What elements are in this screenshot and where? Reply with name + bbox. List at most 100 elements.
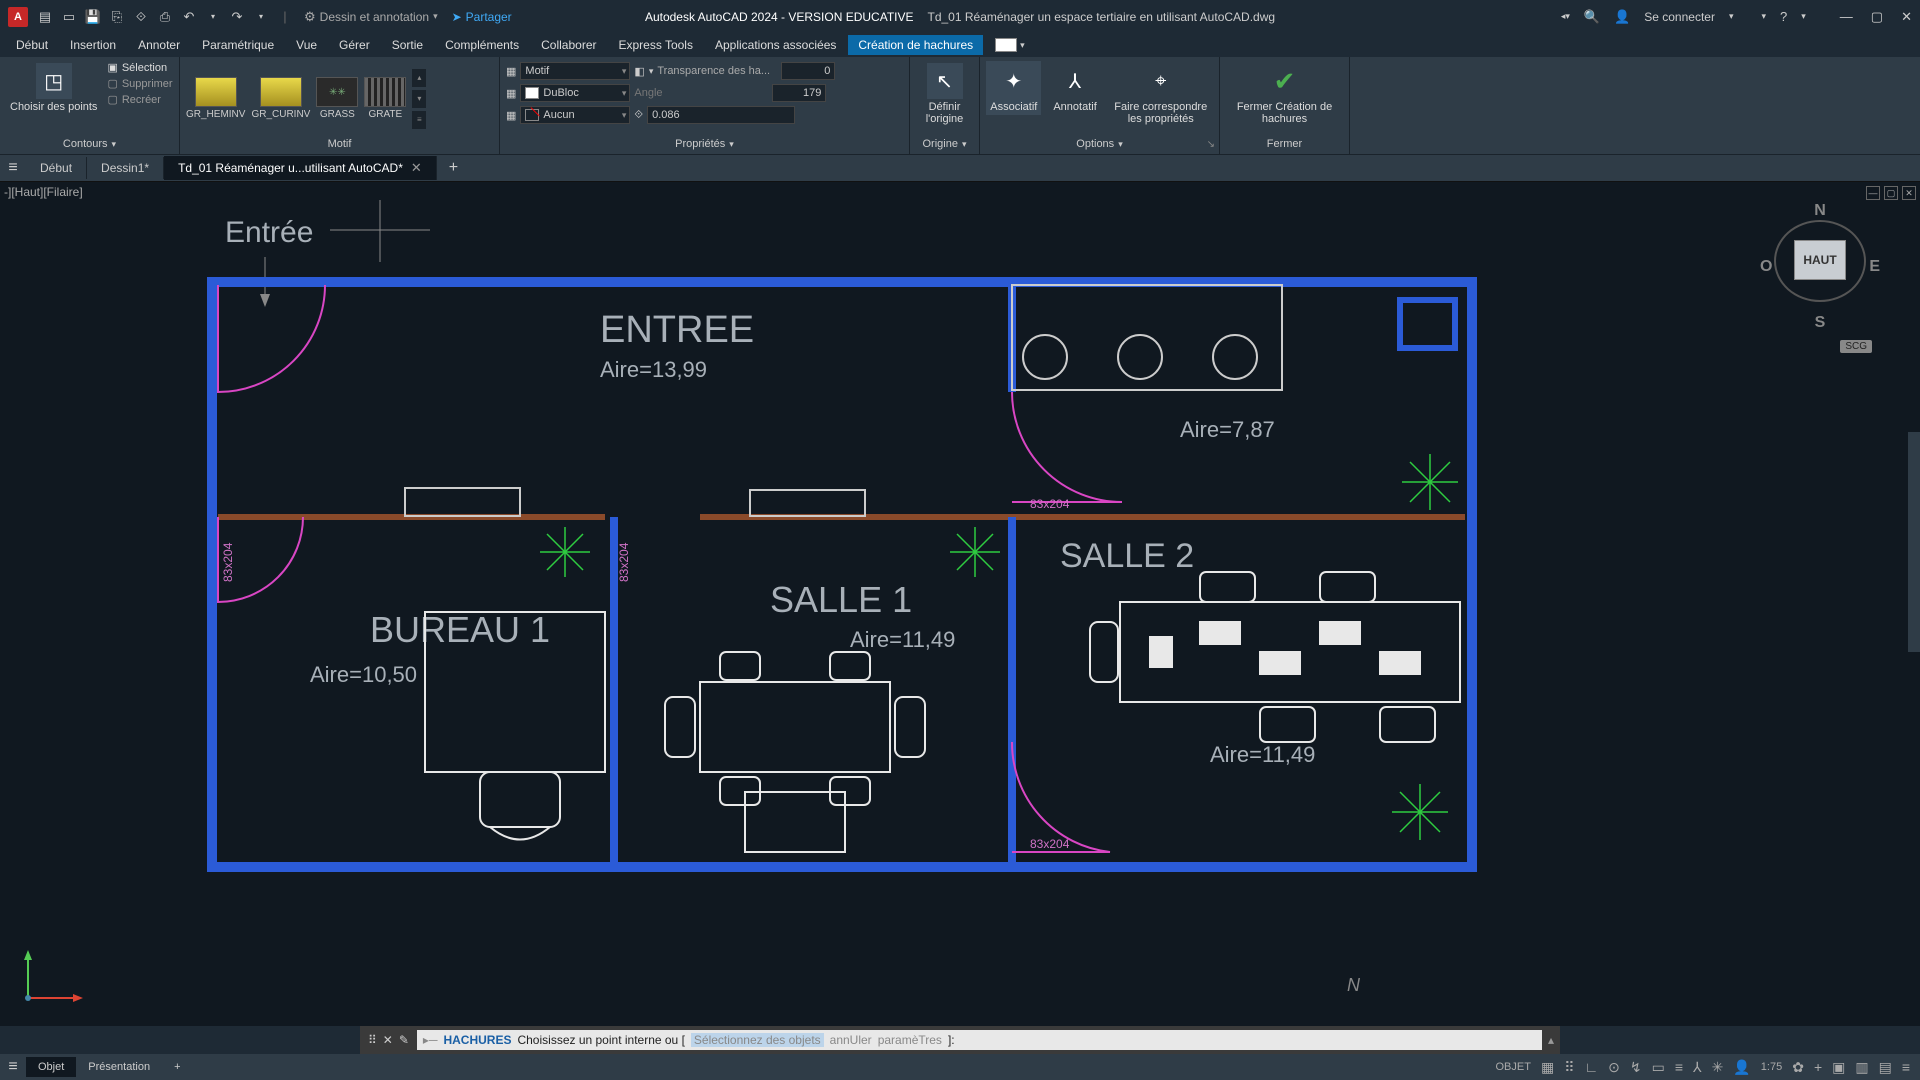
pattern-gr-heminv[interactable]: GR_HEMINV	[186, 77, 245, 120]
tab-complements[interactable]: Compléments	[435, 35, 529, 55]
qat-new-icon[interactable]: ▤	[36, 8, 54, 26]
pattern-gr-curinv[interactable]: GR_CURINV	[251, 77, 310, 120]
user-icon[interactable]: 👤	[1614, 9, 1630, 25]
status-iso-icon[interactable]: ▣	[1832, 1059, 1845, 1076]
nav-bar[interactable]	[1908, 432, 1920, 652]
status-track-icon[interactable]: ↯	[1630, 1059, 1642, 1076]
qat-redo-icon[interactable]: ↷	[228, 8, 246, 26]
annotatif-button[interactable]: ⅄ Annotatif	[1049, 61, 1100, 115]
angle-input[interactable]	[772, 84, 826, 102]
status-model[interactable]: OBJET	[1496, 1061, 1531, 1073]
tab-extra[interactable]: ▾	[995, 38, 1025, 52]
pattern-scroll[interactable]: ▴▾≡	[412, 69, 426, 129]
cmd-custom-icon[interactable]: ✎	[399, 1033, 409, 1047]
status-plus-icon[interactable]: +	[1814, 1059, 1822, 1075]
qat-saveas-icon[interactable]: ⎘	[108, 8, 126, 26]
tab-appsassoc[interactable]: Applications associées	[705, 35, 846, 55]
status-gear-icon[interactable]: ✿	[1792, 1059, 1804, 1076]
status-menu-icon[interactable]: ≡	[1902, 1059, 1910, 1075]
tab-hachures[interactable]: Création de hachures	[848, 35, 983, 55]
layout-tab-layout1[interactable]: Présentation	[76, 1057, 162, 1077]
cmd-close-icon[interactable]: ✕	[383, 1033, 393, 1047]
set-origin-button[interactable]: ↖ Définir l'origine	[916, 61, 973, 127]
ucs-badge[interactable]: SCG	[1840, 340, 1872, 353]
file-tab-start[interactable]: Début	[26, 157, 87, 179]
tab-sortie[interactable]: Sortie	[382, 35, 433, 55]
svg-text:83x204: 83x204	[617, 542, 631, 582]
qat-plot-icon[interactable]: ⎙	[156, 8, 174, 26]
status-grid-icon[interactable]: ▦	[1541, 1059, 1554, 1076]
tab-annoter[interactable]: Annoter	[128, 35, 190, 55]
selection-button[interactable]: ▣Sélection	[107, 61, 172, 74]
qat-web-icon[interactable]: ⟐	[132, 8, 150, 26]
app-icon[interactable]: A	[8, 7, 28, 27]
close-hatch-button[interactable]: ✔ Fermer Création de hachures	[1226, 61, 1343, 127]
layout-add-button[interactable]: +	[162, 1057, 192, 1077]
tab-parametrique[interactable]: Paramétrique	[192, 35, 284, 55]
tab-debut[interactable]: Début	[6, 35, 58, 55]
pattern-grate[interactable]: GRATE	[364, 77, 406, 120]
status-clean-icon[interactable]: ▥	[1855, 1059, 1868, 1076]
status-user-icon[interactable]: 👤	[1733, 1059, 1750, 1076]
hatch-color-dropdown[interactable]: DuBloc	[520, 84, 630, 102]
new-tab-button[interactable]: +	[437, 159, 470, 177]
qat-save-icon[interactable]: 💾	[84, 8, 102, 26]
status-scale[interactable]: 1:75	[1761, 1061, 1782, 1073]
associatif-button[interactable]: ✦ Associatif	[986, 61, 1041, 115]
transparency-input[interactable]	[781, 62, 835, 80]
match-props-button[interactable]: ⌖ Faire correspondre les propriétés	[1109, 61, 1213, 127]
share-button[interactable]: ➤ Partager	[452, 10, 512, 24]
help-icon[interactable]: ?	[1780, 9, 1787, 24]
file-tab-td01[interactable]: Td_01 Réaménager u...utilisant AutoCAD* …	[164, 156, 437, 180]
search-icon[interactable]: 🔍	[1584, 9, 1600, 25]
hatch-bg-dropdown[interactable]: Aucun	[520, 106, 630, 124]
cmd-opt-undo[interactable]: annUler	[830, 1033, 872, 1047]
cmd-history-icon[interactable]: ▴	[1542, 1033, 1560, 1047]
view-cube[interactable]: N S E O HAUT	[1760, 202, 1880, 332]
svg-text:83x204: 83x204	[221, 542, 235, 582]
qat-open-icon[interactable]: ▭	[60, 8, 78, 26]
tab-vue[interactable]: Vue	[286, 35, 327, 55]
layout-menu-icon[interactable]: ≡	[0, 1058, 26, 1076]
viewcube-o[interactable]: O	[1760, 258, 1772, 276]
close-icon[interactable]: ✕	[1901, 9, 1912, 25]
pick-points-button[interactable]: ◳ Choisir des points	[6, 61, 101, 115]
tab-insertion[interactable]: Insertion	[60, 35, 126, 55]
status-custom-icon[interactable]: ▤	[1879, 1059, 1892, 1076]
hatch-type-dropdown[interactable]: Motif	[520, 62, 630, 80]
viewcube-face[interactable]: HAUT	[1794, 240, 1846, 280]
qat-undo-icon[interactable]: ↶	[180, 8, 198, 26]
file-tab-close-icon[interactable]: ✕	[411, 160, 422, 176]
status-snap-icon[interactable]: ⠿	[1564, 1059, 1574, 1076]
search-dropdown-icon[interactable]: ◂▾	[1561, 11, 1570, 22]
viewcube-e[interactable]: E	[1869, 258, 1880, 276]
viewcube-n[interactable]: N	[1814, 202, 1826, 220]
status-ortho-icon[interactable]: ∟	[1584, 1059, 1598, 1075]
file-tab-dessin1[interactable]: Dessin1*	[87, 157, 164, 179]
file-tabs-menu-icon[interactable]: ≡	[0, 159, 26, 177]
status-osnap-icon[interactable]: ▭	[1652, 1059, 1665, 1076]
cmd-opt-select[interactable]: Sélectionnez des objets	[691, 1033, 824, 1047]
scale-input[interactable]	[647, 106, 795, 124]
cmd-opt-params[interactable]: paramèTres	[878, 1033, 942, 1047]
status-lwt-icon[interactable]: ≡	[1675, 1059, 1683, 1075]
cmd-handle-icon[interactable]: ⠿	[368, 1033, 377, 1047]
status-annovis-icon[interactable]: ✳	[1712, 1059, 1724, 1076]
status-polar-icon[interactable]: ⊙	[1608, 1059, 1620, 1076]
panel-title-props: Propriétés	[675, 138, 725, 150]
pattern-grass[interactable]: ✳✳GRASS	[316, 77, 358, 120]
workspace-dropdown[interactable]: ⚙ Dessin et annotation ▾	[304, 9, 438, 25]
tab-expresstools[interactable]: Express Tools	[608, 35, 702, 55]
status-annoscale-icon[interactable]: ⅄	[1693, 1059, 1702, 1076]
viewcube-s[interactable]: S	[1815, 314, 1826, 332]
tab-gerer[interactable]: Gérer	[329, 35, 380, 55]
panel-title-origine: Origine	[923, 138, 958, 150]
drawing-canvas[interactable]: -][Haut][Filaire] — ▢ ✕ Entrée	[0, 182, 1920, 1026]
minimize-icon[interactable]: —	[1840, 9, 1853, 25]
command-line[interactable]: ⠿ ✕ ✎ ▸─ HACHURES Choisissez un point in…	[360, 1026, 1560, 1054]
layout-tab-model[interactable]: Objet	[26, 1057, 76, 1077]
svg-text:83x204: 83x204	[1030, 837, 1070, 851]
signin-label[interactable]: Se connecter	[1644, 10, 1715, 24]
maximize-icon[interactable]: ▢	[1871, 9, 1883, 25]
tab-collaborer[interactable]: Collaborer	[531, 35, 606, 55]
